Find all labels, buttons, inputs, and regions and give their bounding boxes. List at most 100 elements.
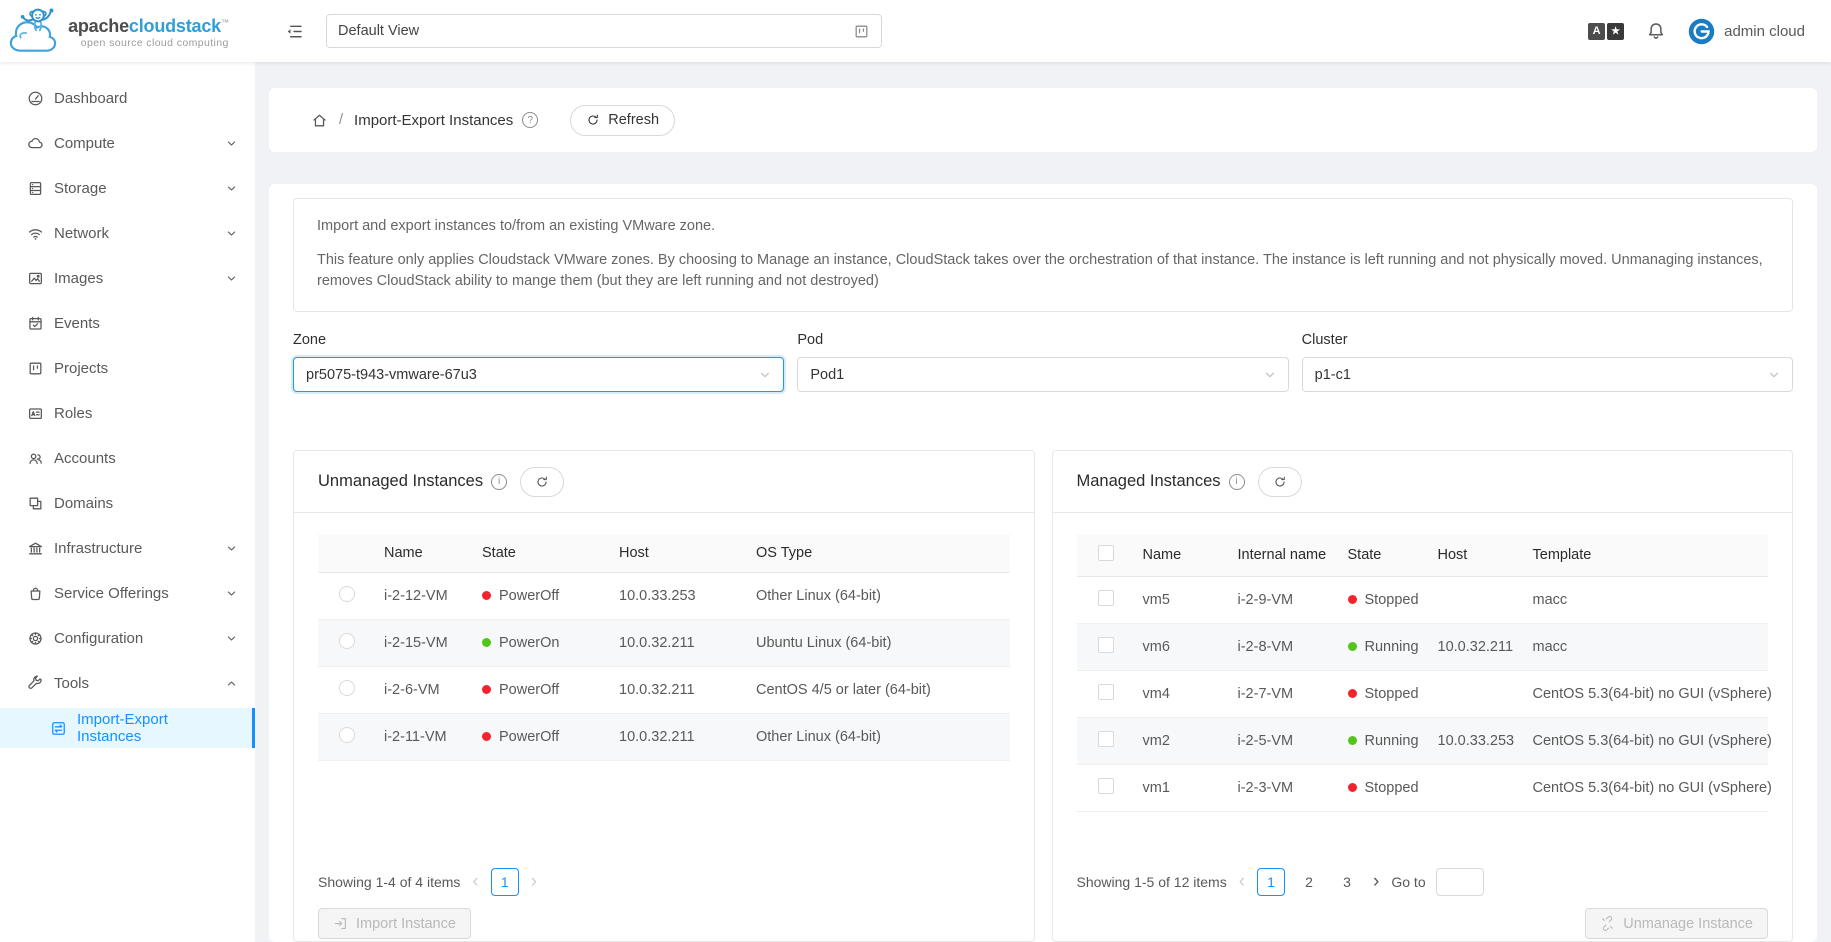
chevron-down-icon: [1264, 369, 1276, 381]
refresh-button[interactable]: Refresh: [570, 105, 675, 136]
sidebar-item-infrastructure[interactable]: Infrastructure: [0, 528, 255, 568]
project-view-icon: [853, 23, 870, 40]
column-header: OS Type: [748, 534, 1010, 573]
host-cell: [1430, 577, 1525, 624]
managed-instances-table-wrap: NameInternal nameStateHostTemplatevm5i-2…: [1077, 534, 1769, 853]
state-cell: Stopped: [1340, 765, 1430, 812]
sidebar-item-label: Infrastructure: [54, 540, 226, 557]
top-navbar: apachecloudstack™ open source cloud comp…: [0, 0, 1831, 62]
tool-icon: [27, 675, 44, 692]
breadcrumb-bar: / Import-Export Instances ? Refresh: [269, 88, 1817, 152]
host-cell: 10.0.32.211: [1430, 624, 1525, 671]
table-row[interactable]: i-2-6-VMPowerOff10.0.32.211CentOS 4/5 or…: [318, 667, 1010, 714]
translate-icon[interactable]: A★: [1588, 23, 1624, 40]
pagination-prev: ‹: [1237, 869, 1247, 895]
sidebar-item-domains[interactable]: Domains: [0, 483, 255, 523]
sidebar-item-label: Compute: [54, 135, 226, 152]
sidebar-item-dashboard[interactable]: Dashboard: [0, 78, 255, 118]
info-icon[interactable]: i: [1229, 474, 1245, 490]
unmanage-instance-button[interactable]: Unmanage Instance: [1585, 908, 1768, 939]
reload-icon: [586, 113, 600, 127]
wifi-icon: [27, 225, 44, 242]
instance-panels: Unmanaged Instances i NameStateHostOS Ty…: [293, 450, 1793, 942]
zone-select[interactable]: pr5075-t943-vmware-67u3: [293, 357, 784, 392]
sidebar-item-tools[interactable]: Tools: [0, 663, 255, 703]
sidebar-item-service-offerings[interactable]: Service Offerings: [0, 573, 255, 613]
row-radio[interactable]: [339, 727, 355, 743]
sidebar-item-import-export-instances[interactable]: Import-Export Instances: [0, 708, 255, 748]
row-radio[interactable]: [339, 633, 355, 649]
name-cell: vm2: [1135, 718, 1230, 765]
pagination-page-1[interactable]: 1: [1257, 868, 1285, 896]
goto-page-input[interactable]: [1436, 868, 1484, 896]
sidebar-item-images[interactable]: Images: [0, 258, 255, 298]
table-row[interactable]: vm1i-2-3-VMStoppedCentOS 5.3(64-bit) no …: [1077, 765, 1769, 812]
user-name: admin cloud: [1724, 23, 1805, 40]
column-header: Internal name: [1230, 534, 1340, 577]
row-checkbox[interactable]: [1098, 637, 1114, 653]
column-header: State: [474, 534, 611, 573]
name-cell: i-2-11-VM: [376, 714, 474, 761]
breadcrumb-separator: /: [339, 112, 343, 128]
sidebar-item-network[interactable]: Network: [0, 213, 255, 253]
import-instance-button[interactable]: Import Instance: [318, 908, 471, 939]
notification-bell-icon[interactable]: [1646, 21, 1666, 41]
select-all-checkbox[interactable]: [1098, 545, 1114, 561]
sidebar-item-accounts[interactable]: Accounts: [0, 438, 255, 478]
pod-select[interactable]: Pod1: [797, 357, 1288, 392]
picture-icon: [27, 270, 44, 287]
table-row[interactable]: vm5i-2-9-VMStoppedmacc: [1077, 577, 1769, 624]
table-row[interactable]: i-2-15-VMPowerOn10.0.32.211Ubuntu Linux …: [318, 620, 1010, 667]
gear-icon: [27, 630, 44, 647]
row-radio[interactable]: [339, 586, 355, 602]
sidebar-item-storage[interactable]: Storage: [0, 168, 255, 208]
logo-trademark: ™: [221, 18, 229, 27]
dashboard-icon: [27, 90, 44, 107]
column-header: Name: [376, 534, 474, 573]
table-row[interactable]: vm6i-2-8-VMRunning10.0.32.211macc: [1077, 624, 1769, 671]
pagination-next[interactable]: ›: [1371, 869, 1381, 895]
column-header: State: [1340, 534, 1430, 577]
cluster-select[interactable]: p1-c1: [1302, 357, 1793, 392]
help-icon[interactable]: ?: [522, 112, 538, 128]
intro-paragraph-2: This feature only applies Cloudstack VMw…: [317, 250, 1769, 292]
topbar-right-cluster: A★ admin cloud: [1588, 18, 1831, 45]
database-icon: [27, 180, 44, 197]
os-type-cell: Ubuntu Linux (64-bit): [748, 620, 1010, 667]
pagination-summary: Showing 1-4 of 4 items: [318, 874, 460, 890]
cloudstack-logo[interactable]: apachecloudstack™ open source cloud comp…: [0, 6, 255, 57]
import-icon: [333, 916, 348, 931]
calendar-icon: [27, 315, 44, 332]
managed-panel-body: NameInternal nameStateHostTemplatevm5i-2…: [1053, 513, 1793, 941]
row-checkbox[interactable]: [1098, 778, 1114, 794]
info-icon[interactable]: i: [491, 474, 507, 490]
app-shell: Dashboard Compute Storage Network Images Even…: [0, 62, 1831, 942]
view-selector[interactable]: Default View: [326, 14, 882, 48]
table-row[interactable]: vm4i-2-7-VMStoppedCentOS 5.3(64-bit) no …: [1077, 671, 1769, 718]
table-row[interactable]: i-2-11-VMPowerOff10.0.32.211Other Linux …: [318, 714, 1010, 761]
home-icon[interactable]: [311, 112, 328, 129]
row-checkbox[interactable]: [1098, 731, 1114, 747]
name-cell: i-2-12-VM: [376, 573, 474, 620]
sidebar-item-roles[interactable]: Roles: [0, 393, 255, 433]
table-row[interactable]: vm2i-2-5-VMRunning10.0.33.253CentOS 5.3(…: [1077, 718, 1769, 765]
sidebar-item-events[interactable]: Events: [0, 303, 255, 343]
host-cell: [1430, 671, 1525, 718]
sidebar-item-configuration[interactable]: Configuration: [0, 618, 255, 658]
menu-fold-icon[interactable]: [285, 22, 304, 41]
sidebar-item-label: Service Offerings: [54, 585, 226, 602]
row-radio[interactable]: [339, 680, 355, 696]
row-checkbox[interactable]: [1098, 590, 1114, 606]
cloud-icon: [27, 135, 44, 152]
pagination-page-2[interactable]: 2: [1295, 868, 1323, 896]
unmanaged-refresh-button[interactable]: [520, 467, 564, 497]
pagination-page-3[interactable]: 3: [1333, 868, 1361, 896]
sidebar-item-compute[interactable]: Compute: [0, 123, 255, 163]
pagination-page-1[interactable]: 1: [491, 868, 519, 896]
managed-refresh-button[interactable]: [1258, 467, 1302, 497]
user-menu[interactable]: admin cloud: [1688, 18, 1805, 45]
row-checkbox[interactable]: [1098, 684, 1114, 700]
sidebar-item-projects[interactable]: Projects: [0, 348, 255, 388]
unmanaged-panel-header: Unmanaged Instances i: [294, 451, 1034, 513]
table-row[interactable]: i-2-12-VMPowerOff10.0.33.253Other Linux …: [318, 573, 1010, 620]
